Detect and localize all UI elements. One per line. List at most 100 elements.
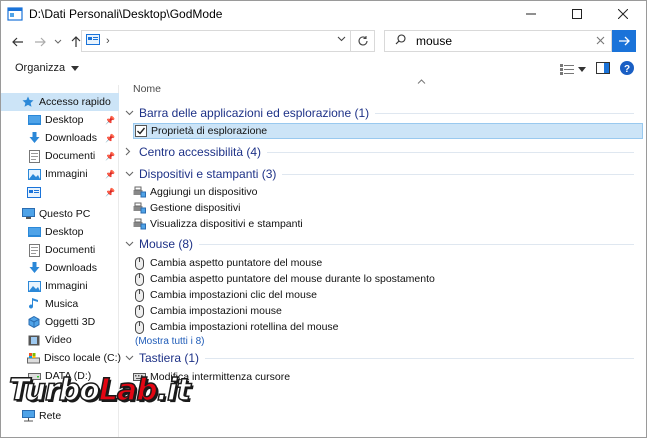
list-item[interactable]: Aggiungi un dispositivo <box>133 184 643 200</box>
system-drive-icon <box>27 351 40 365</box>
search-input[interactable]: mouse <box>416 34 452 48</box>
nav-network[interactable]: Rete <box>1 407 119 425</box>
nav-pc-documents[interactable]: Documenti <box>1 241 119 259</box>
group-header[interactable]: Tastiera (1) <box>125 349 640 367</box>
watermark-turbo: Turbo <box>8 372 100 409</box>
search-go-button[interactable] <box>612 30 636 52</box>
list-item[interactable]: Proprietà di esplorazione <box>133 123 643 139</box>
breadcrumb-chevron[interactable]: › <box>106 35 110 47</box>
close-button[interactable] <box>600 1 646 27</box>
clear-search-button[interactable] <box>596 34 605 48</box>
group-divider <box>282 173 634 175</box>
pin-icon: 📌 <box>105 115 115 125</box>
caret-down-icon <box>71 66 80 71</box>
forward-arrow-icon <box>35 37 46 47</box>
nav-quick-downloads[interactable]: Downloads 📌 <box>1 129 119 147</box>
item-label: Gestione dispositivi <box>150 202 241 214</box>
list-item[interactable]: Cambia aspetto puntatore del mouse <box>133 255 643 271</box>
nav-quick-access[interactable]: Accesso rapido <box>1 93 119 111</box>
back-button[interactable] <box>7 31 29 53</box>
nav-label: Disco locale (C:) <box>44 352 122 364</box>
nav-label: Oggetti 3D <box>45 316 96 328</box>
list-item[interactable]: Cambia impostazioni mouse <box>133 303 643 319</box>
nav-this-pc[interactable]: Questo PC <box>1 205 119 223</box>
watermark-it: .it <box>156 372 192 409</box>
nav-quick-pictures[interactable]: Immagini 📌 <box>1 165 119 183</box>
nav-label: Accesso rapido <box>39 96 111 108</box>
address-bar[interactable]: › <box>81 30 351 52</box>
organize-menu-button[interactable]: Organizza <box>15 62 80 74</box>
music-note-icon <box>27 297 41 311</box>
refresh-button[interactable] <box>351 30 375 52</box>
list-item[interactable]: Gestione dispositivi <box>133 200 643 216</box>
nav-pc-music[interactable]: Musica <box>1 295 119 313</box>
nav-pc-pictures[interactable]: Immagini <box>1 277 119 295</box>
close-icon <box>596 36 605 45</box>
refresh-icon <box>357 36 368 46</box>
group-header[interactable]: Mouse (8) <box>125 235 640 253</box>
nav-pc-video[interactable]: Video <box>1 331 119 349</box>
network-icon <box>21 409 35 423</box>
arrow-right-icon <box>619 36 630 46</box>
computer-icon <box>21 207 35 221</box>
cube-3d-icon <box>27 315 41 329</box>
item-label: Cambia impostazioni rotellina del mouse <box>150 321 339 333</box>
forward-button[interactable] <box>29 31 51 53</box>
item-label: Proprietà di esplorazione <box>151 125 268 137</box>
nav-pc-3d-objects[interactable]: Oggetti 3D <box>1 313 119 331</box>
help-icon: ? <box>620 61 634 75</box>
maximize-button[interactable] <box>554 1 600 27</box>
sort-ascending-icon <box>417 76 426 86</box>
nav-pc-downloads[interactable]: Downloads <box>1 259 119 277</box>
list-item[interactable]: Cambia impostazioni rotellina del mouse <box>133 319 643 335</box>
address-row: › mouse <box>1 28 646 56</box>
group-header[interactable]: Dispositivi e stampanti (3) <box>125 165 640 183</box>
nav-label: Documenti <box>45 244 96 256</box>
help-button[interactable]: ? <box>620 61 634 78</box>
nav-quick-desktop[interactable]: Desktop 📌 <box>1 111 119 129</box>
nav-label: Immagini <box>45 280 88 292</box>
mouse-icon <box>133 272 146 286</box>
title-bar[interactable]: D:\Dati Personali\Desktop\GodMode <box>1 1 646 27</box>
nav-pc-desktop[interactable]: Desktop <box>1 223 119 241</box>
window-title: D:\Dati Personali\Desktop\GodMode <box>29 7 223 21</box>
list-item[interactable]: Modifica intermittenza cursore <box>133 369 643 385</box>
show-all-link[interactable]: (Mostra tutti i 8) <box>135 336 204 347</box>
nav-label: Downloads <box>45 262 97 274</box>
documents-icon <box>27 243 41 257</box>
group-header[interactable]: Centro accessibilità (4) <box>125 143 640 161</box>
list-item[interactable]: Cambia impostazioni clic del mouse <box>133 287 643 303</box>
address-dropdown-button[interactable] <box>337 34 346 45</box>
item-label: Cambia aspetto puntatore del mouse <box>150 257 323 269</box>
item-label: Cambia impostazioni mouse <box>150 305 282 317</box>
pin-icon: 📌 <box>105 151 115 161</box>
maximize-icon <box>572 9 582 19</box>
recent-locations-button[interactable] <box>51 31 65 53</box>
up-arrow-icon <box>71 36 81 47</box>
chevron-down-icon <box>125 239 137 249</box>
minimize-button[interactable] <box>508 1 554 27</box>
nav-quick-control-panel[interactable]: 📌 <box>1 183 119 201</box>
group-header[interactable]: Barra delle applicazioni ed esplorazione… <box>125 104 640 122</box>
nav-label: Questo PC <box>39 208 91 220</box>
item-label: Visualizza dispositivi e stampanti <box>150 218 303 230</box>
view-options-button[interactable] <box>560 64 586 75</box>
nav-quick-documents[interactable]: Documenti 📌 <box>1 147 119 165</box>
group-title: Centro accessibilità (4) <box>139 145 262 159</box>
chevron-right-icon <box>125 147 137 158</box>
preview-pane-icon <box>596 62 610 74</box>
column-header-name[interactable]: Nome <box>133 83 161 95</box>
download-arrow-icon <box>27 131 41 145</box>
group-title: Tastiera (1) <box>139 351 200 365</box>
search-box[interactable]: mouse <box>384 30 612 52</box>
printer-device-icon <box>133 202 146 215</box>
list-item[interactable]: Cambia aspetto puntatore del mouse duran… <box>133 271 643 287</box>
list-item[interactable]: Visualizza dispositivi e stampanti <box>133 216 643 232</box>
pin-icon: 📌 <box>105 187 115 197</box>
mouse-icon <box>133 288 146 302</box>
mouse-icon <box>133 320 146 334</box>
preview-pane-button[interactable] <box>596 62 610 77</box>
chevron-down-icon <box>337 36 346 42</box>
nav-pc-local-disk[interactable]: Disco locale (C:) <box>1 349 122 367</box>
item-label: Aggiungi un dispositivo <box>150 186 258 198</box>
